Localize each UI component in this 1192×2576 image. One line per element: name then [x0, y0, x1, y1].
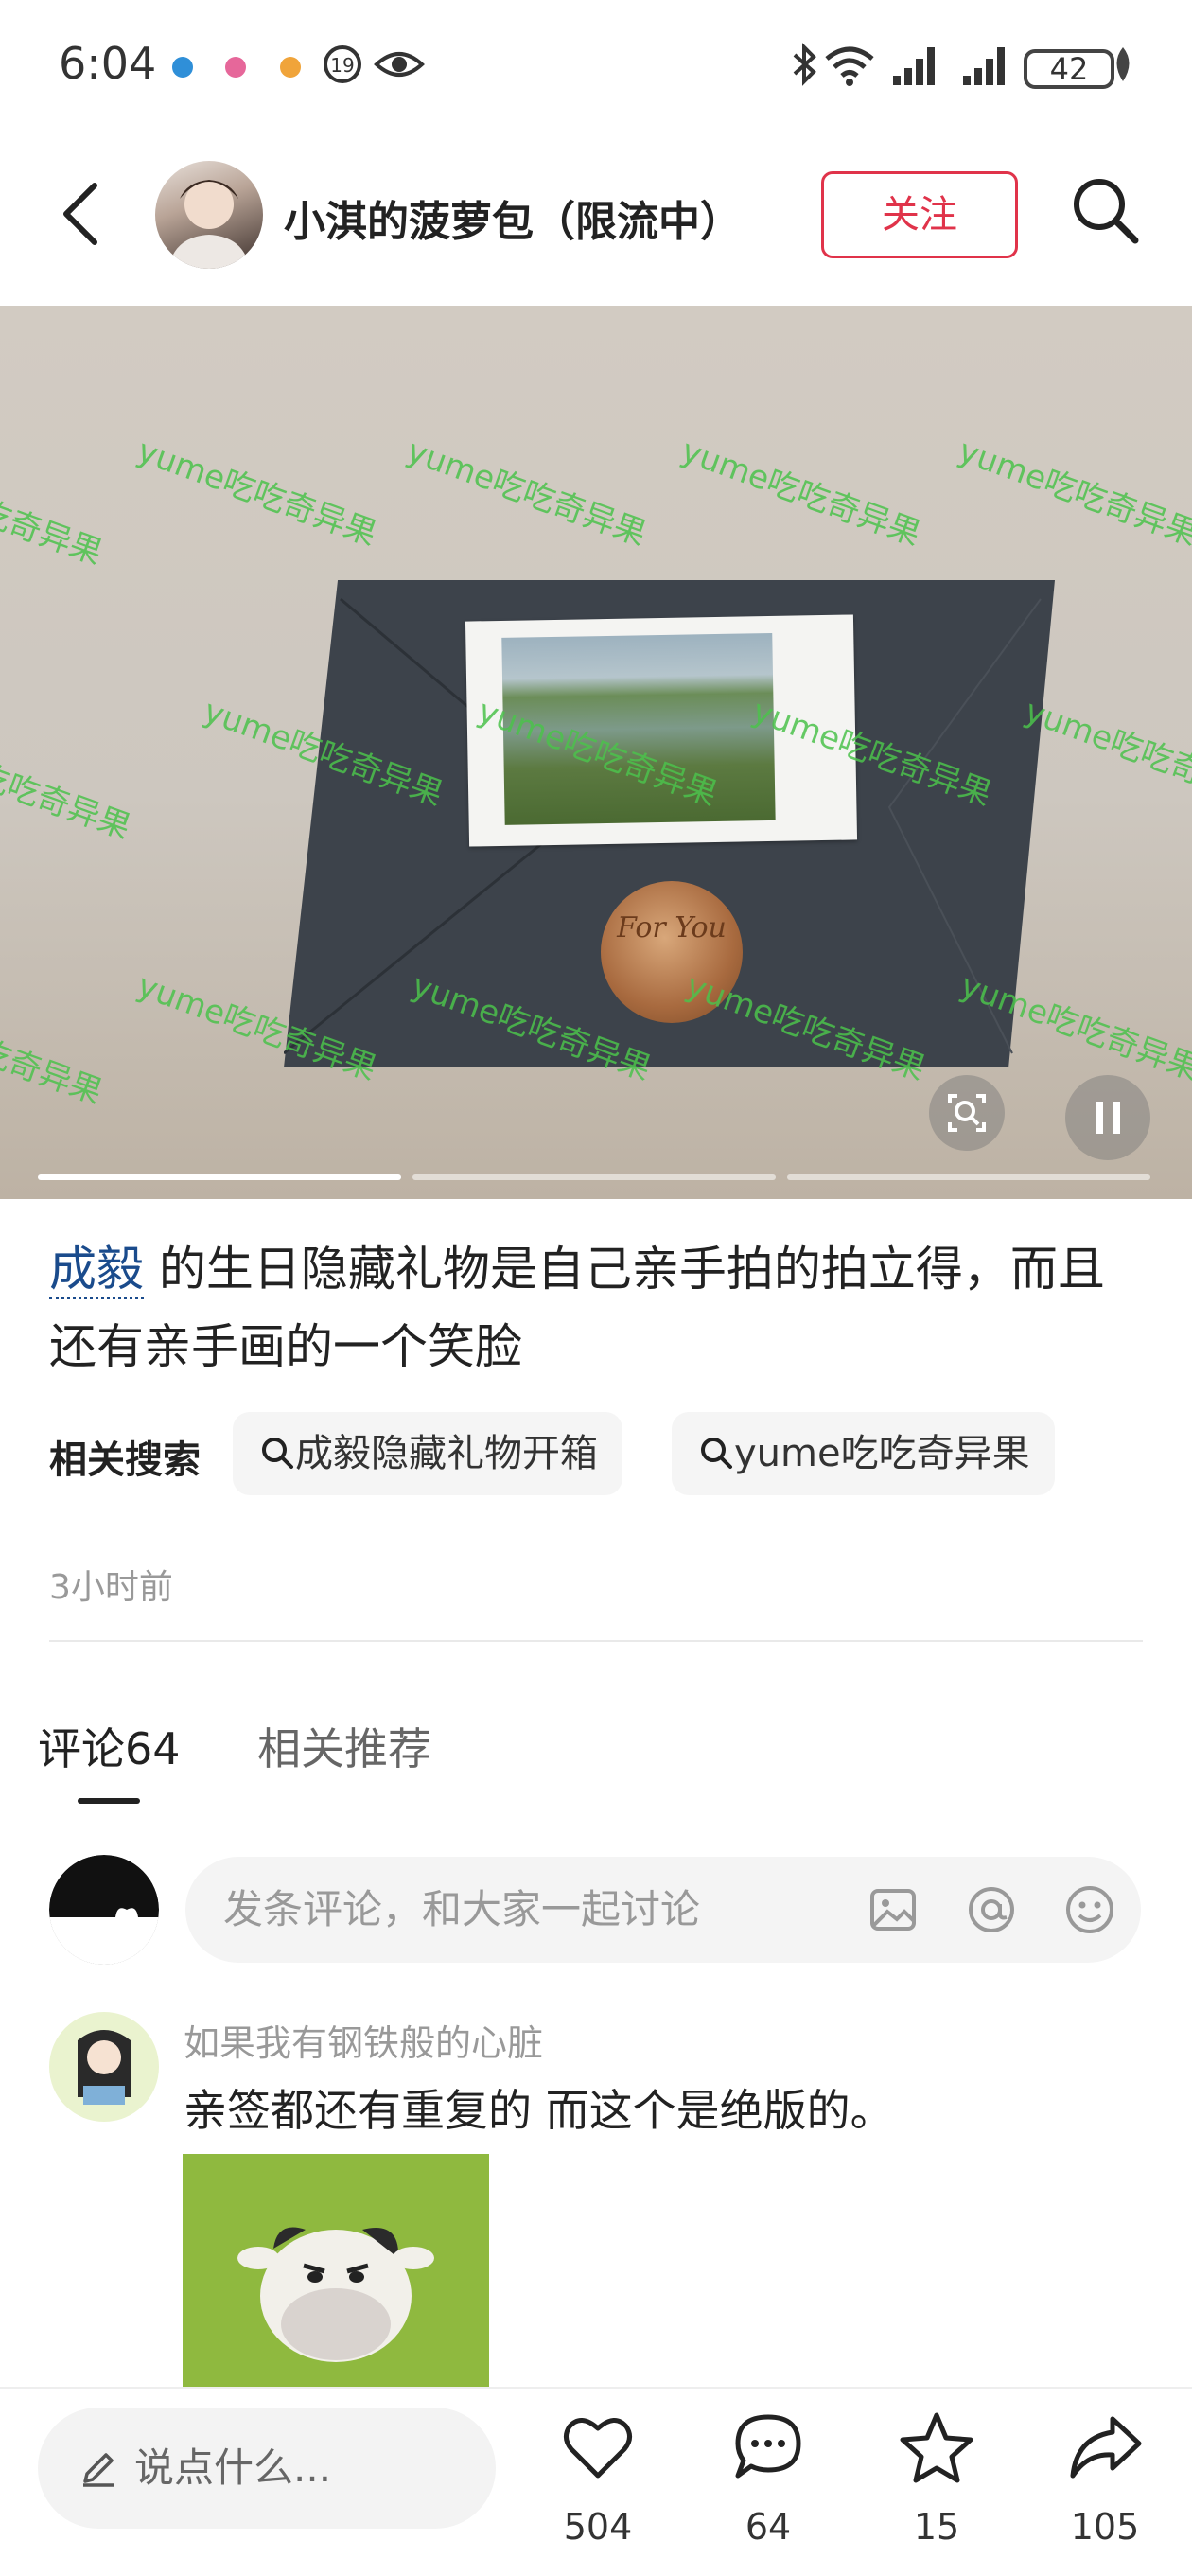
- star-count: 15: [913, 2506, 960, 2548]
- post-time: 3小时前: [49, 1568, 173, 1607]
- tab-related-recommend[interactable]: 相关推荐: [257, 1715, 431, 1777]
- caption-text: 的生日隐藏礼物是自己亲手拍的拍立得，而且还有亲手画的一个笑脸: [49, 1242, 1105, 1374]
- like-count: 504: [563, 2506, 633, 2548]
- notification-app-icon: [280, 57, 301, 78]
- emoji-icon[interactable]: [1063, 1883, 1116, 1936]
- share-icon[interactable]: [1067, 2409, 1143, 2485]
- image-search-icon: [948, 1094, 986, 1132]
- watermark-text: yume吃吃奇异果: [131, 432, 382, 555]
- back-icon[interactable]: [57, 180, 104, 248]
- signal-icon: [963, 47, 1005, 85]
- author-name[interactable]: 小淇的菠萝包（限流中）: [284, 187, 742, 248]
- author-avatar[interactable]: [155, 161, 263, 269]
- signal-icon: [893, 47, 935, 85]
- follow-button[interactable]: 关注: [821, 171, 1018, 258]
- status-bar: 6:04 19 42: [0, 0, 1192, 132]
- notification-app-icon: [225, 57, 246, 78]
- comment-sticker-image[interactable]: [183, 2154, 489, 2391]
- eye-icon: [374, 52, 425, 77]
- notification-app-icon: 19: [324, 45, 361, 83]
- carousel-progress: [787, 1174, 1150, 1180]
- say-something-input[interactable]: 说点什么...: [38, 2408, 496, 2529]
- like-icon[interactable]: [560, 2409, 636, 2485]
- mention-icon[interactable]: [965, 1883, 1018, 1936]
- watermark-text: yume吃吃奇异果: [953, 432, 1192, 555]
- carousel-progress-active: [38, 1174, 401, 1180]
- share-count: 105: [1070, 2506, 1140, 2548]
- star-icon[interactable]: [899, 2409, 974, 2485]
- pencil-icon: [83, 2453, 114, 2487]
- watermark-text: yume吃吃奇异果: [401, 432, 652, 555]
- svg-text:19: 19: [330, 54, 354, 77]
- tab-comments[interactable]: 评论64: [38, 1715, 181, 1777]
- battery-indicator: 42: [1024, 49, 1114, 89]
- my-avatar: [49, 1855, 159, 1965]
- search-icon: [262, 1438, 293, 1469]
- leaf-icon: [1116, 47, 1130, 81]
- search-icon[interactable]: [1069, 174, 1141, 246]
- related-search-label-2: yume吃吃奇异果: [734, 1432, 1030, 1475]
- watermark-text: yume吃吃奇异果: [0, 725, 136, 848]
- wifi-icon: [825, 46, 874, 86]
- related-search-chip[interactable]: yume吃吃奇异果: [672, 1412, 1055, 1495]
- related-search-label-1: 成毅隐藏礼物开箱: [295, 1432, 598, 1475]
- pause-icon: [1096, 1102, 1120, 1134]
- commenter-avatar[interactable]: [49, 2012, 159, 2122]
- comment-icon[interactable]: [730, 2409, 806, 2485]
- say-something-placeholder: 说点什么...: [134, 2444, 332, 2491]
- related-search-label: 相关搜索: [49, 1438, 201, 1482]
- notification-app-icon: [172, 57, 193, 78]
- image-search-button[interactable]: [929, 1075, 1005, 1151]
- pause-button[interactable]: [1065, 1075, 1150, 1160]
- watermark-text: yume吃吃奇异果: [0, 990, 108, 1113]
- watermark-text: yume吃吃奇异果: [675, 432, 926, 555]
- bottom-action-bar: 说点什么... 504 64 15 105: [0, 2387, 1192, 2576]
- comment-count: 64: [745, 2506, 792, 2548]
- carousel-progress: [412, 1174, 776, 1180]
- status-time: 6:04: [59, 38, 157, 89]
- bluetooth-icon: [793, 43, 816, 86]
- related-search-chip[interactable]: 成毅隐藏礼物开箱: [233, 1412, 622, 1495]
- post-image[interactable]: For You yume吃吃奇异果 yume吃吃奇异果 yume吃吃奇异果 yu…: [0, 306, 1192, 1199]
- search-icon: [701, 1438, 732, 1469]
- post-caption: 成毅 的生日隐藏礼物是自己亲手拍的拍立得，而且还有亲手画的一个笑脸: [49, 1230, 1147, 1385]
- watermark-text: yume吃吃奇异果: [0, 450, 108, 573]
- commenter-name[interactable]: 如果我有钢铁般的心脏: [184, 2014, 543, 2066]
- tab-active-indicator: [78, 1798, 140, 1804]
- image-icon[interactable]: [867, 1883, 920, 1936]
- comment-text: 亲签都还有重复的 而这个是绝版的。: [184, 2085, 894, 2136]
- topic-link[interactable]: 成毅: [49, 1242, 144, 1299]
- divider: [49, 1640, 1143, 1642]
